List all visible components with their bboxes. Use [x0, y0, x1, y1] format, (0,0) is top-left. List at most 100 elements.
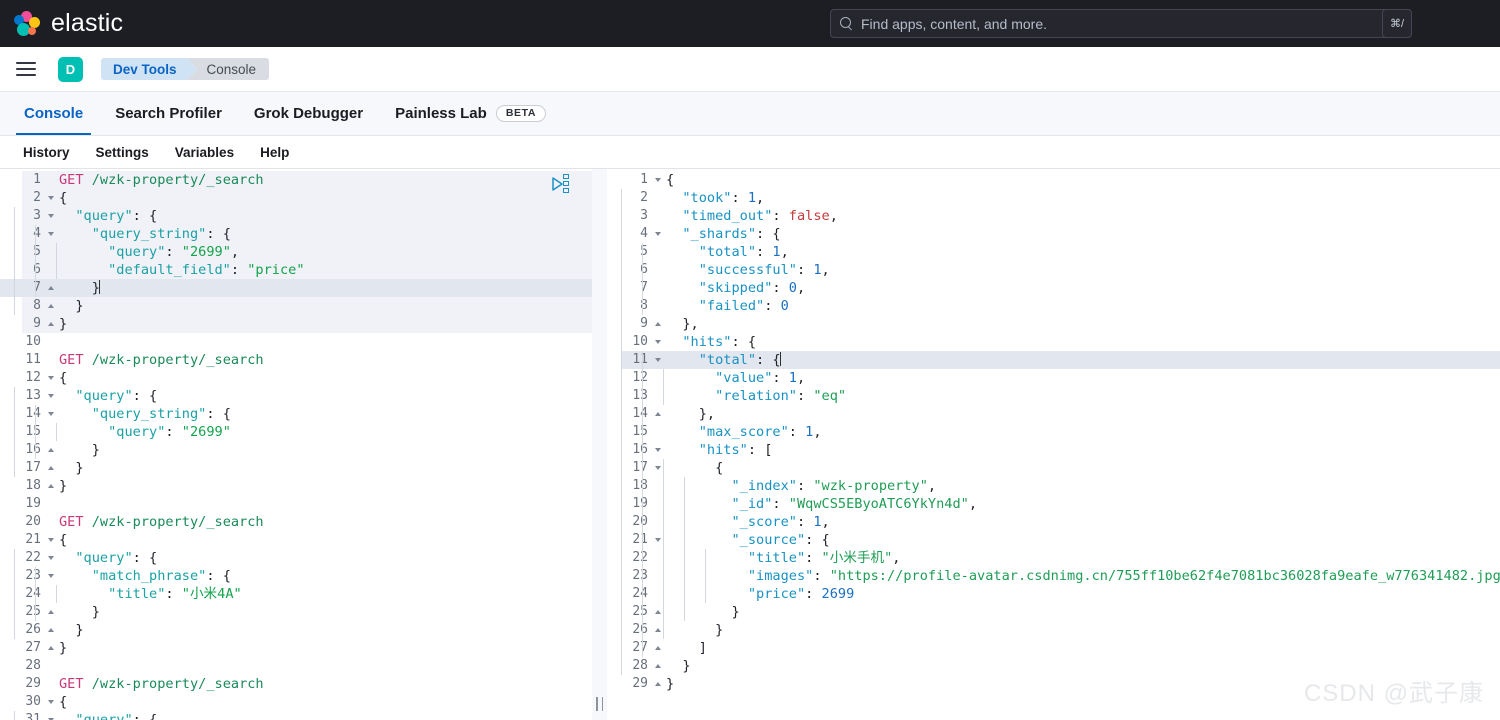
brand-area[interactable]: elastic — [14, 9, 123, 38]
code-line[interactable]: 28 — [0, 657, 592, 675]
code-line[interactable]: 23 "match_phrase": { — [0, 567, 592, 585]
code-line[interactable]: 25 } — [0, 603, 592, 621]
code-line[interactable]: 13 "query": { — [0, 387, 592, 405]
fold-arrow-icon[interactable] — [655, 610, 661, 614]
code-line[interactable]: 12{ — [0, 369, 592, 387]
fold-arrow-icon[interactable] — [48, 232, 54, 236]
code-line[interactable]: 16 "hits": [ — [607, 441, 1500, 459]
submenu-item-settings[interactable]: Settings — [83, 145, 162, 160]
fold-arrow-icon[interactable] — [655, 538, 661, 542]
code-line[interactable]: 21 "_source": { — [607, 531, 1500, 549]
code-line[interactable]: 10 "hits": { — [607, 333, 1500, 351]
code-line[interactable]: 14 }, — [607, 405, 1500, 423]
pane-splitter[interactable] — [592, 169, 607, 720]
code-line[interactable]: 5 "query": "2699", — [0, 243, 592, 261]
fold-arrow-icon[interactable] — [48, 484, 54, 488]
code-line[interactable]: 1{ — [607, 171, 1500, 189]
breadcrumb-item-dev-tools[interactable]: Dev Tools — [101, 58, 187, 80]
fold-arrow-icon[interactable] — [655, 448, 661, 452]
code-line[interactable]: 14 "query_string": { — [0, 405, 592, 423]
tab-painless-lab[interactable]: Painless Lab BETA — [379, 92, 562, 135]
code-line[interactable]: 11GET /wzk-property/_search — [0, 351, 592, 369]
tab-grok-debugger[interactable]: Grok Debugger — [238, 92, 379, 135]
code-line[interactable]: 16 } — [0, 441, 592, 459]
code-line[interactable]: 19 — [0, 495, 592, 513]
fold-arrow-icon[interactable] — [48, 376, 54, 380]
hamburger-menu-icon[interactable] — [16, 62, 36, 76]
code-line[interactable]: 10 — [0, 333, 592, 351]
code-line[interactable]: 9} — [0, 315, 592, 333]
fold-arrow-icon[interactable] — [48, 538, 54, 542]
fold-arrow-icon[interactable] — [48, 286, 54, 290]
fold-arrow-icon[interactable] — [48, 322, 54, 326]
code-line[interactable]: 4 "query_string": { — [0, 225, 592, 243]
fold-arrow-icon[interactable] — [48, 556, 54, 560]
code-line[interactable]: 27 ] — [607, 639, 1500, 657]
fold-arrow-icon[interactable] — [655, 682, 661, 686]
code-line[interactable]: 7 } — [0, 279, 592, 297]
code-line[interactable]: 29} — [607, 675, 1500, 693]
code-line[interactable]: 2{ — [0, 189, 592, 207]
code-line[interactable]: 24 "price": 2699 — [607, 585, 1500, 603]
fold-arrow-icon[interactable] — [48, 448, 54, 452]
code-line[interactable]: 15 "query": "2699" — [0, 423, 592, 441]
code-line[interactable]: 12 "value": 1, — [607, 369, 1500, 387]
fold-arrow-icon[interactable] — [48, 466, 54, 470]
fold-arrow-icon[interactable] — [48, 700, 54, 704]
code-line[interactable]: 31 "query": { — [0, 711, 592, 720]
code-line[interactable]: 19 "_id": "WqwCS5EByoATC6YkYn4d", — [607, 495, 1500, 513]
fold-arrow-icon[interactable] — [48, 394, 54, 398]
code-line[interactable]: 28 } — [607, 657, 1500, 675]
global-search-bar[interactable] — [830, 9, 1400, 38]
code-line[interactable]: 24 "title": "小米4A" — [0, 585, 592, 603]
code-line[interactable]: 11 "total": { — [607, 351, 1500, 369]
code-line[interactable]: 17 { — [607, 459, 1500, 477]
code-line[interactable]: 5 "total": 1, — [607, 243, 1500, 261]
drag-handle-icon[interactable] — [596, 697, 603, 711]
code-line[interactable]: 15 "max_score": 1, — [607, 423, 1500, 441]
fold-arrow-icon[interactable] — [48, 574, 54, 578]
code-line[interactable]: 6 "default_field": "price" — [0, 261, 592, 279]
fold-arrow-icon[interactable] — [48, 610, 54, 614]
code-line[interactable]: 20 "_score": 1, — [607, 513, 1500, 531]
code-line[interactable]: 27} — [0, 639, 592, 657]
fold-arrow-icon[interactable] — [48, 196, 54, 200]
fold-arrow-icon[interactable] — [655, 340, 661, 344]
code-line[interactable]: 8 } — [0, 297, 592, 315]
submenu-item-history[interactable]: History — [10, 145, 83, 160]
fold-arrow-icon[interactable] — [655, 628, 661, 632]
code-line[interactable]: 26 } — [607, 621, 1500, 639]
code-line[interactable]: 3 "query": { — [0, 207, 592, 225]
fold-arrow-icon[interactable] — [655, 322, 661, 326]
code-line[interactable]: 29GET /wzk-property/_search — [0, 675, 592, 693]
code-line[interactable]: 8 "failed": 0 — [607, 297, 1500, 315]
fold-arrow-icon[interactable] — [655, 466, 661, 470]
fold-arrow-icon[interactable] — [655, 358, 661, 362]
code-line[interactable]: 18 "_index": "wzk-property", — [607, 477, 1500, 495]
code-line[interactable]: 30{ — [0, 693, 592, 711]
submenu-item-help[interactable]: Help — [247, 145, 302, 160]
code-line[interactable]: 1GET /wzk-property/_search — [0, 171, 592, 189]
fold-arrow-icon[interactable] — [48, 214, 54, 218]
fold-arrow-icon[interactable] — [655, 646, 661, 650]
fold-arrow-icon[interactable] — [655, 412, 661, 416]
space-avatar[interactable]: D — [58, 57, 83, 82]
code-line[interactable]: 21{ — [0, 531, 592, 549]
fold-arrow-icon[interactable] — [48, 412, 54, 416]
code-line[interactable]: 25 } — [607, 603, 1500, 621]
fold-arrow-icon[interactable] — [655, 232, 661, 236]
code-line[interactable]: 7 "skipped": 0, — [607, 279, 1500, 297]
code-line[interactable]: 22 "title": "小米手机", — [607, 549, 1500, 567]
code-line[interactable]: 3 "timed_out": false, — [607, 207, 1500, 225]
fold-arrow-icon[interactable] — [48, 646, 54, 650]
code-line[interactable]: 22 "query": { — [0, 549, 592, 567]
code-line[interactable]: 13 "relation": "eq" — [607, 387, 1500, 405]
code-line[interactable]: 4 "_shards": { — [607, 225, 1500, 243]
console-response-viewer[interactable]: 1{2 "took": 1,3 "timed_out": false,4 "_s… — [607, 169, 1500, 720]
code-line[interactable]: 17 } — [0, 459, 592, 477]
fold-arrow-icon[interactable] — [48, 628, 54, 632]
code-line[interactable]: 18} — [0, 477, 592, 495]
code-line[interactable]: 20GET /wzk-property/_search — [0, 513, 592, 531]
code-line[interactable]: 9 }, — [607, 315, 1500, 333]
fold-arrow-icon[interactable] — [48, 304, 54, 308]
